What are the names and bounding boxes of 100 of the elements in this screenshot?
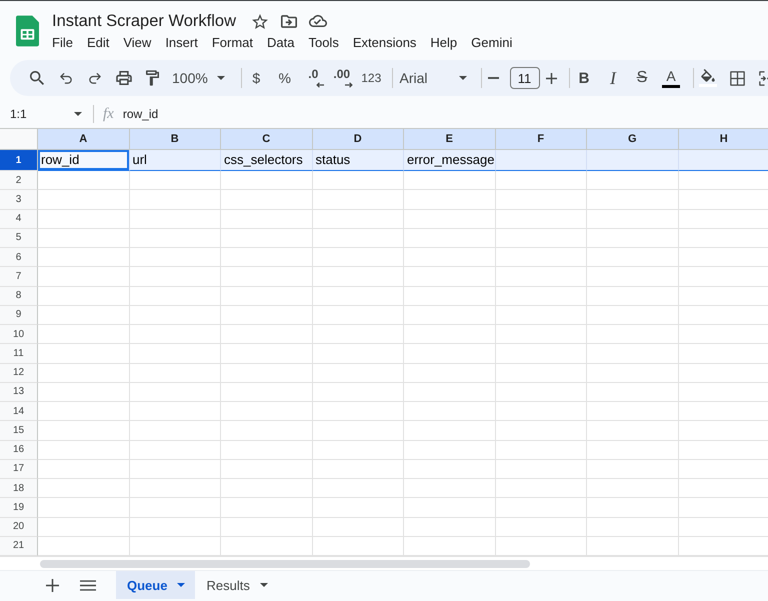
row-header[interactable]: 10 [0,325,38,344]
spreadsheet-cell[interactable] [496,210,587,229]
spreadsheet-cell[interactable] [130,460,221,479]
spreadsheet-cell[interactable] [312,171,404,190]
spreadsheet-cell[interactable] [312,364,404,383]
spreadsheet-cell[interactable] [496,402,587,422]
spreadsheet-cell[interactable] [496,306,587,325]
spreadsheet-cell[interactable] [38,479,130,498]
spreadsheet-cell[interactable] [221,421,312,440]
spreadsheet-cell[interactable] [312,325,404,344]
spreadsheet-cell[interactable] [496,518,587,537]
spreadsheet-cell[interactable] [221,440,312,460]
spreadsheet-cell[interactable] [221,518,312,537]
spreadsheet-cell[interactable] [38,267,130,286]
spreadsheet-cell[interactable] [38,382,130,402]
text-color-button[interactable]: A [659,64,683,92]
row-header[interactable]: 4 [0,210,38,229]
spreadsheet-cell[interactable] [404,190,496,210]
spreadsheet-cell[interactable] [130,421,221,440]
spreadsheet-cell[interactable] [312,460,404,479]
spreadsheet-cell[interactable] [221,248,312,268]
spreadsheet-cell[interactable] [587,325,678,344]
spreadsheet-cell[interactable] [587,402,678,422]
spreadsheet-cell[interactable] [130,267,221,286]
row-header[interactable]: 3 [0,190,38,210]
spreadsheet-cell[interactable] [130,479,221,498]
spreadsheet-cell[interactable] [404,306,496,325]
column-header[interactable]: A [38,129,130,150]
name-box[interactable]: 1:1 [4,102,88,126]
spreadsheet-cell[interactable] [130,440,221,460]
spreadsheet-cell[interactable] [38,325,130,344]
decrease-decimal-button[interactable]: .0 [301,64,326,92]
spreadsheet-cell[interactable] [587,171,678,190]
spreadsheet-cell[interactable] [221,190,312,210]
spreadsheet-cell[interactable] [38,421,130,440]
spreadsheet-cell[interactable] [678,150,768,171]
spreadsheet-cell[interactable] [130,210,221,229]
spreadsheet-cell[interactable] [312,306,404,325]
spreadsheet-cell[interactable] [404,171,496,190]
folder-arrow-icon[interactable] [281,14,298,28]
spreadsheet-cell[interactable] [404,421,496,440]
strikethrough-button[interactable]: S [630,64,654,92]
horizontal-scrollbar[interactable] [40,560,530,568]
row-header[interactable]: 11 [0,344,38,364]
sheet-tab[interactable]: Queue [116,571,196,599]
spreadsheet-cell[interactable] [221,344,312,364]
spreadsheet-cell[interactable] [496,421,587,440]
column-header[interactable]: E [404,129,496,150]
column-header[interactable]: H [678,129,768,150]
font-size-field[interactable]: 11 [510,67,540,89]
increase-decimal-button[interactable]: .00 [330,64,354,92]
spreadsheet-cell[interactable] [496,382,587,402]
spreadsheet-cell[interactable] [587,498,678,518]
menu-item[interactable]: Extensions [346,32,424,52]
spreadsheet-cell[interactable] [404,440,496,460]
spreadsheet-cell[interactable] [312,382,404,402]
spreadsheet-cell[interactable] [496,190,587,210]
spreadsheet-cell[interactable] [587,364,678,383]
spreadsheet-cell[interactable] [130,248,221,268]
row-header[interactable]: 13 [0,382,38,402]
percent-button[interactable]: % [272,64,297,92]
spreadsheet-cell[interactable] [221,479,312,498]
spreadsheet-cell[interactable]: css_selectors [221,150,312,171]
row-header[interactable]: 1 [0,150,38,171]
spreadsheet-cell[interactable] [496,171,587,190]
spreadsheet-cell[interactable] [38,171,130,190]
spreadsheet-cell[interactable]: url [130,150,221,171]
spreadsheet-cell[interactable] [221,460,312,479]
spreadsheet-cell[interactable] [38,248,130,268]
spreadsheet-cell[interactable] [38,306,130,325]
spreadsheet-cell[interactable]: row_id [38,150,130,171]
spreadsheet-cell[interactable] [587,267,678,286]
spreadsheet-cell[interactable] [404,228,496,248]
spreadsheet-cell[interactable] [221,498,312,518]
spreadsheet-cell[interactable] [130,286,221,306]
spreadsheet-cell[interactable] [587,248,678,268]
spreadsheet-cell[interactable] [312,518,404,537]
spreadsheet-cell[interactable] [587,344,678,364]
bold-button[interactable]: B [572,64,596,92]
column-header[interactable]: B [130,129,221,150]
font-dropdown[interactable]: Arial [394,64,476,92]
spreadsheet-cell[interactable] [130,364,221,383]
spreadsheet-cell[interactable] [312,248,404,268]
spreadsheet-cell[interactable] [312,228,404,248]
menu-item[interactable]: File [45,32,80,52]
spreadsheet-cell[interactable] [38,228,130,248]
column-header[interactable]: F [496,129,587,150]
row-header[interactable]: 7 [0,267,38,286]
row-header[interactable]: 8 [0,286,38,306]
cloud-check-icon[interactable] [309,15,328,27]
row-header[interactable]: 6 [0,248,38,268]
spreadsheet-cell[interactable] [496,440,587,460]
spreadsheet-cell[interactable] [587,190,678,210]
spreadsheet-cell[interactable] [496,228,587,248]
spreadsheet-cell[interactable] [38,460,130,479]
spreadsheet-cell[interactable] [404,364,496,383]
spreadsheet-cell[interactable] [221,210,312,229]
menu-item[interactable]: View [116,32,158,52]
menu-item[interactable]: Data [260,32,302,52]
spreadsheet-cell[interactable] [221,267,312,286]
